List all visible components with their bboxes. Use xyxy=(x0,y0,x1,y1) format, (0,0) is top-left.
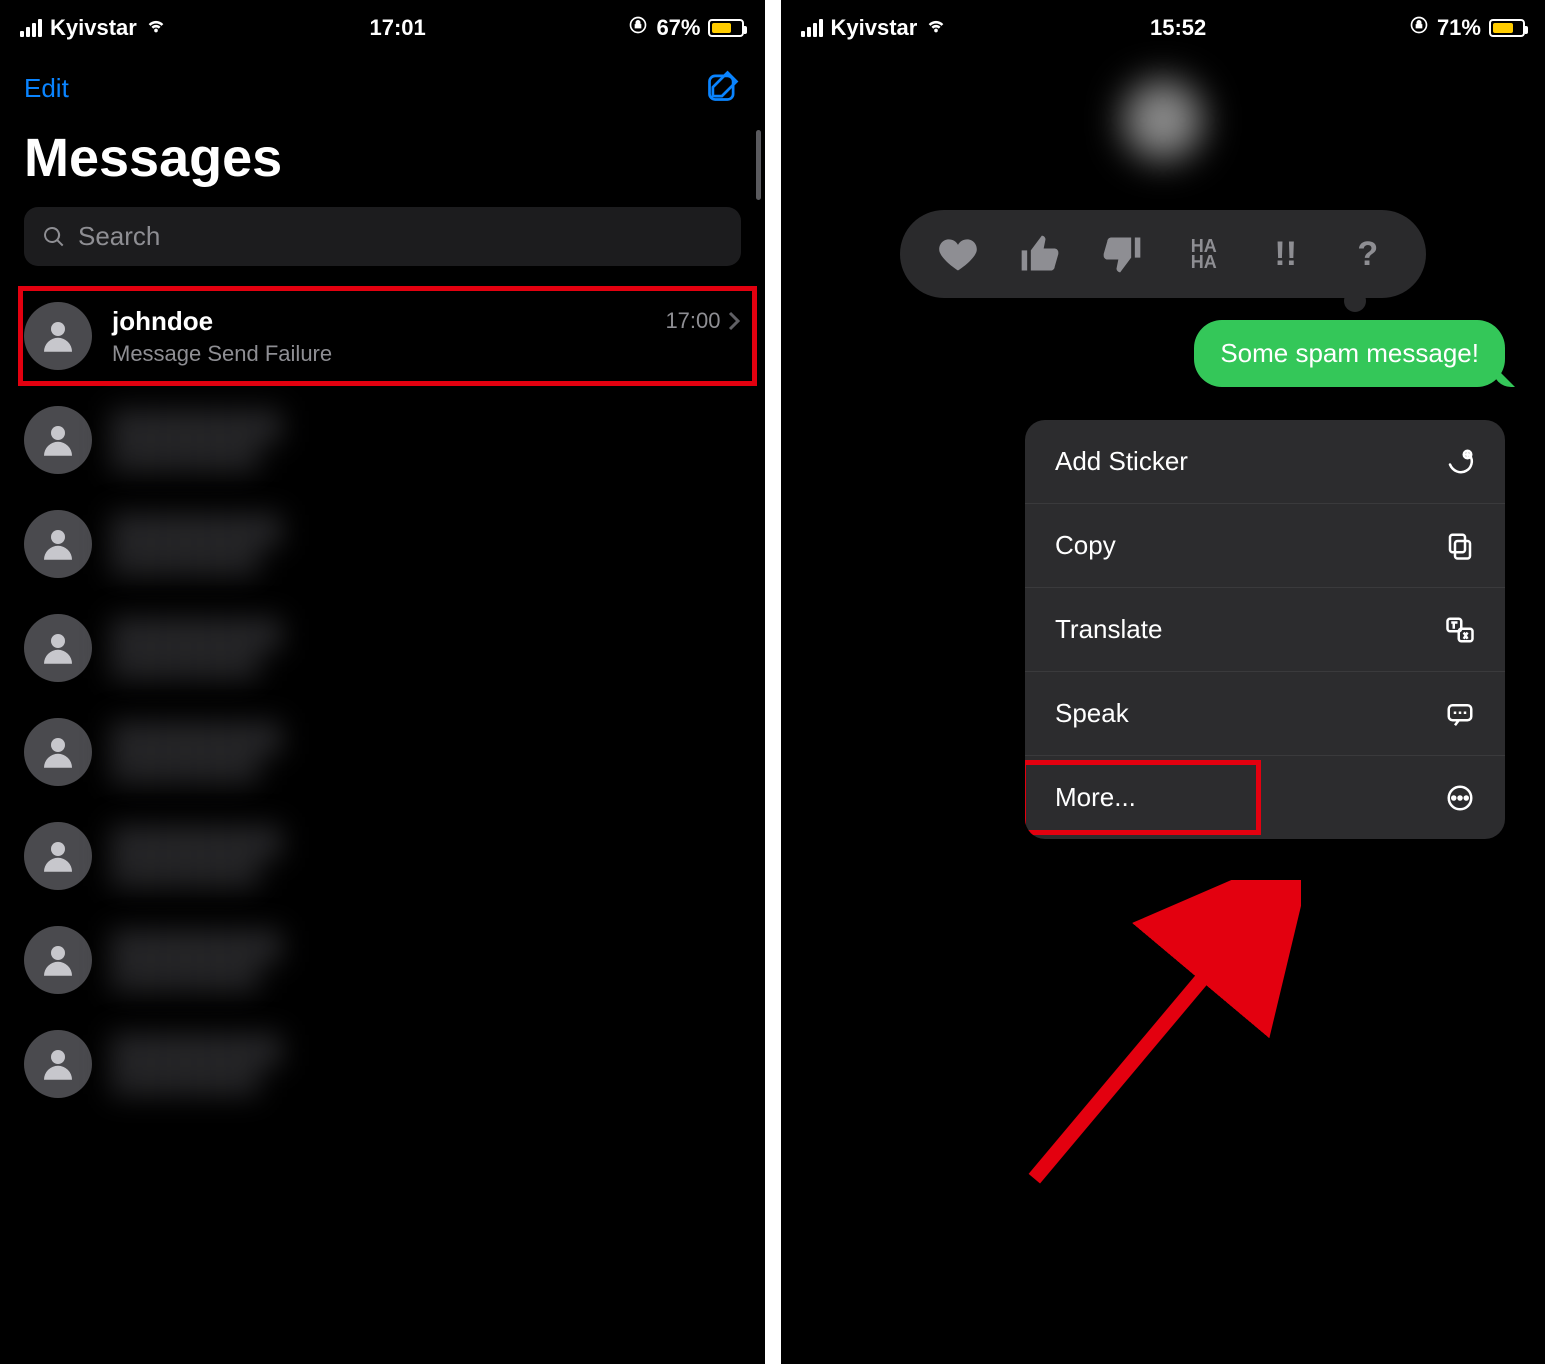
battery-percent: 67% xyxy=(656,15,700,41)
avatar xyxy=(24,302,92,370)
wifi-icon xyxy=(925,14,947,42)
conversation-row[interactable] xyxy=(0,596,765,700)
search-input[interactable]: Search xyxy=(24,207,741,266)
edit-button[interactable]: Edit xyxy=(24,73,69,104)
conversation-row[interactable] xyxy=(0,492,765,596)
conversation-row[interactable] xyxy=(0,700,765,804)
tapback-thumbs-down-icon[interactable] xyxy=(1098,230,1146,278)
cellular-signal-icon xyxy=(20,19,42,37)
message-bubble[interactable]: Some spam message! xyxy=(1194,320,1505,387)
avatar xyxy=(24,822,92,890)
compose-icon[interactable] xyxy=(705,68,741,109)
conversation-time: 17:00 xyxy=(665,308,740,334)
rotation-lock-icon xyxy=(1409,15,1429,41)
more-icon xyxy=(1445,783,1475,813)
sticker-icon xyxy=(1445,447,1475,477)
carrier-label: Kyivstar xyxy=(831,15,918,41)
conversation-list: johndoe 17:00 Message Send Failure xyxy=(0,284,765,1116)
avatar xyxy=(24,718,92,786)
conversation-row[interactable] xyxy=(0,908,765,1012)
scrollbar[interactable] xyxy=(756,130,761,200)
conversation-row[interactable] xyxy=(0,1012,765,1116)
tapback-thumbs-up-icon[interactable] xyxy=(1016,230,1064,278)
search-icon xyxy=(42,225,66,249)
message-context-menu-screen: Kyivstar 15:52 71% HA HA !! ? Some spam … xyxy=(781,0,1545,1364)
message-context-menu: Add Sticker Copy Translate Speak More... xyxy=(1025,420,1505,839)
menu-copy[interactable]: Copy xyxy=(1025,504,1505,588)
carrier-label: Kyivstar xyxy=(50,15,137,41)
menu-translate[interactable]: Translate xyxy=(1025,588,1505,672)
tapback-haha-icon[interactable]: HA HA xyxy=(1180,230,1228,278)
search-placeholder: Search xyxy=(78,221,160,252)
tapback-heart-icon[interactable] xyxy=(934,230,982,278)
cellular-signal-icon xyxy=(801,19,823,37)
chevron-right-icon xyxy=(727,311,741,331)
battery-percent: 71% xyxy=(1437,15,1481,41)
avatar xyxy=(24,614,92,682)
rotation-lock-icon xyxy=(628,15,648,41)
wifi-icon xyxy=(145,14,167,42)
battery-icon xyxy=(708,19,744,37)
status-time: 15:52 xyxy=(1150,15,1206,41)
conversation-row[interactable] xyxy=(0,388,765,492)
speak-icon xyxy=(1445,699,1475,729)
message-text: Some spam message! xyxy=(1220,338,1479,368)
conversation-preview: Message Send Failure xyxy=(112,341,741,367)
tapback-bar: HA HA !! ? xyxy=(900,210,1426,298)
menu-more[interactable]: More... xyxy=(1025,756,1505,839)
menu-speak[interactable]: Speak xyxy=(1025,672,1505,756)
copy-icon xyxy=(1445,531,1475,561)
contact-avatar-blurred xyxy=(1123,80,1203,160)
status-bar: Kyivstar 15:52 71% xyxy=(781,0,1545,50)
avatar xyxy=(24,1030,92,1098)
conversation-row[interactable]: johndoe 17:00 Message Send Failure xyxy=(0,284,765,388)
messages-list-screen: Kyivstar 17:01 67% Edit Messages Search xyxy=(0,0,765,1364)
battery-icon xyxy=(1489,19,1525,37)
page-title: Messages xyxy=(0,119,765,207)
menu-add-sticker[interactable]: Add Sticker xyxy=(1025,420,1505,504)
avatar xyxy=(24,926,92,994)
conversation-row[interactable] xyxy=(0,804,765,908)
avatar xyxy=(24,510,92,578)
conversation-name: johndoe xyxy=(112,306,213,337)
tapback-exclaim-icon[interactable]: !! xyxy=(1262,230,1310,278)
status-bar: Kyivstar 17:01 67% xyxy=(0,0,765,50)
status-time: 17:01 xyxy=(370,15,426,41)
translate-icon xyxy=(1445,615,1475,645)
tapback-question-icon[interactable]: ? xyxy=(1344,230,1392,278)
avatar xyxy=(24,406,92,474)
